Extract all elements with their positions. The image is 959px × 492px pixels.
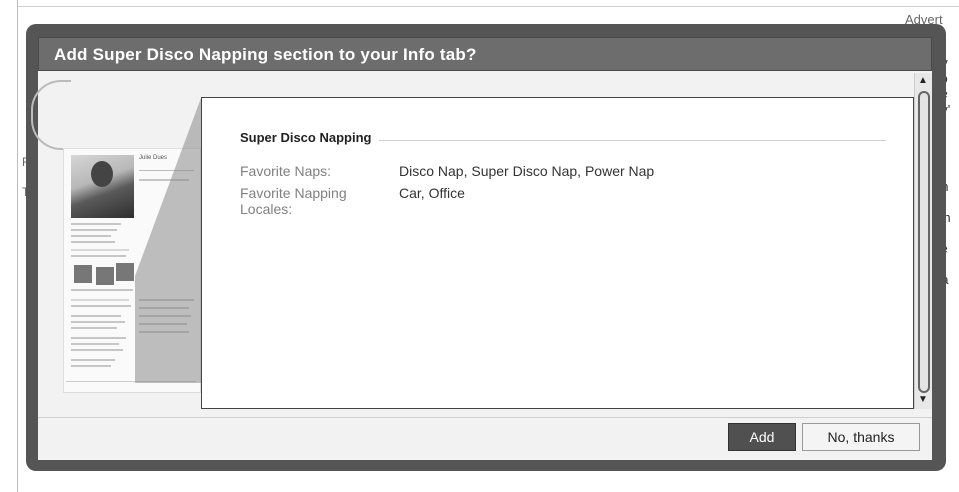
dialog-title: Add Super Disco Napping section to your …	[54, 45, 477, 64]
preview-line	[71, 255, 126, 257]
add-button[interactable]: Add	[728, 423, 796, 451]
scroll-down-arrow-icon[interactable]: ▼	[918, 394, 928, 405]
scrollbar-thumb[interactable]	[918, 91, 930, 393]
page: Advert pyyoceoy'Cstnt on kinntcetot ab A…	[0, 0, 959, 492]
preview-line	[71, 365, 111, 367]
preview-line	[71, 299, 129, 301]
friend-photo	[74, 265, 92, 283]
field-value-favorite-naps: Disco Nap, Super Disco Nap, Power Nap	[399, 163, 655, 179]
preview-line	[71, 343, 119, 345]
preview-line	[71, 359, 115, 361]
preview-line	[71, 229, 117, 231]
friend-photo	[96, 267, 114, 285]
dialog-footer	[38, 417, 932, 460]
section-preview-card: Super Disco Napping Favorite Naps: Disco…	[201, 97, 914, 409]
preview-line	[71, 241, 115, 243]
preview-line	[71, 315, 121, 317]
preview-line	[71, 327, 117, 329]
zoom-wedge	[135, 98, 205, 383]
preview-line	[71, 249, 129, 251]
field-label-favorite-naps: Favorite Naps:	[240, 163, 332, 179]
preview-line	[71, 305, 131, 307]
preview-line	[71, 321, 125, 323]
no-thanks-button[interactable]: No, thanks	[802, 423, 920, 451]
preview-line	[71, 223, 121, 225]
preview-line	[71, 349, 123, 351]
profile-photo	[71, 155, 134, 218]
field-label-favorite-locales: Favorite Napping Locales:	[240, 185, 347, 217]
section-title: Super Disco Napping	[240, 130, 380, 145]
dialog-scrollbar[interactable]: ▲ ▼	[914, 73, 932, 409]
dialog-header: Add Super Disco Napping section to your …	[38, 37, 932, 71]
friend-photo	[116, 263, 134, 281]
preview-line	[71, 289, 133, 291]
preview-line	[71, 337, 126, 339]
preview-line	[71, 235, 111, 237]
field-value-favorite-locales: Car, Office	[399, 185, 465, 201]
scroll-up-arrow-icon[interactable]: ▲	[918, 75, 928, 86]
